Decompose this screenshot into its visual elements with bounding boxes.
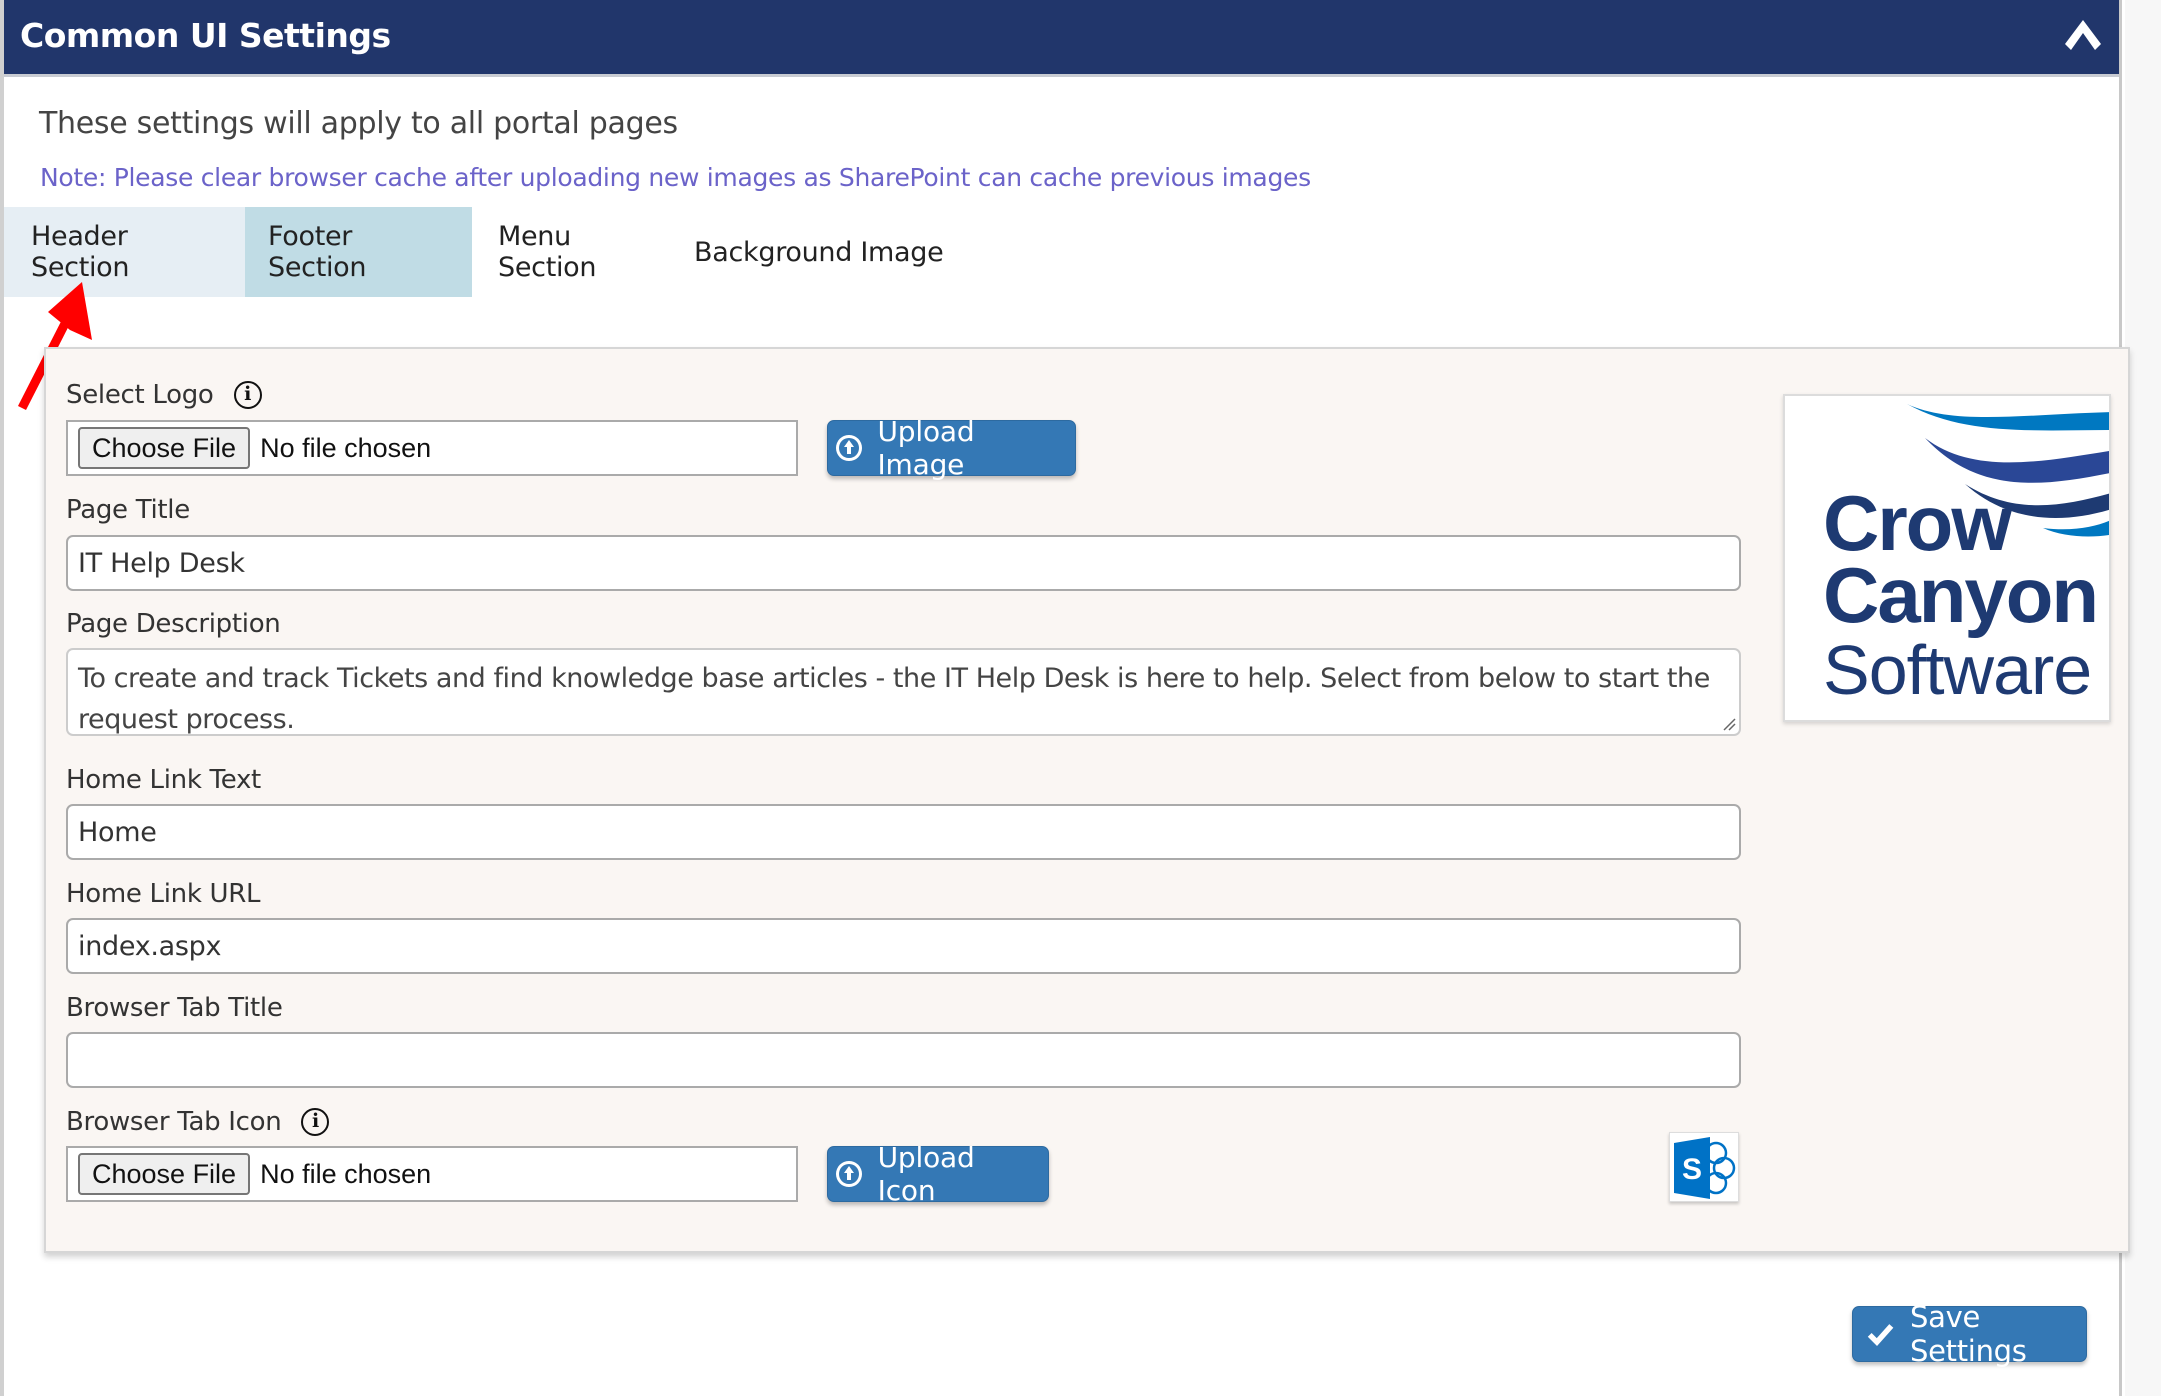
logo-preview: Crow Canyon Software (1783, 394, 2111, 722)
home-link-url-label: Home Link URL (66, 879, 261, 909)
upload-circle-icon (836, 1161, 862, 1187)
cache-note: Note: Please clear browser cache after u… (40, 163, 1311, 192)
tab-menu-section[interactable]: Menu Section (472, 207, 672, 297)
icon-file-status: No file chosen (260, 1158, 432, 1189)
logo-file-status: No file chosen (260, 432, 432, 463)
tab-footer-section[interactable]: Footer Section (245, 207, 472, 297)
section-tabs: Header Section Footer Section Menu Secti… (4, 207, 969, 297)
logo-file-input[interactable]: Choose File No file chosen (66, 420, 798, 476)
chevron-up-icon (2065, 20, 2101, 50)
upload-image-button[interactable]: Upload Image (827, 415, 1076, 481)
logo-text-line2: Canyon (1823, 551, 2099, 639)
browser-tab-title-input[interactable] (66, 1032, 1741, 1088)
tab-background-image[interactable]: Background Image (672, 207, 969, 297)
select-logo-label-text: Select Logo (66, 380, 214, 410)
page-description-label: Page Description (66, 609, 281, 639)
icon-file-input[interactable]: Choose File No file chosen (66, 1146, 798, 1202)
save-settings-button[interactable]: Save Settings (1852, 1300, 2087, 1368)
settings-header-bar: Common UI Settings (4, 0, 2119, 77)
upload-circle-icon (836, 435, 862, 461)
check-icon (1867, 1324, 1894, 1347)
upload-icon-label: Upload Icon (877, 1141, 975, 1207)
browser-tab-title-label: Browser Tab Title (66, 993, 283, 1023)
home-link-text-label: Home Link Text (66, 765, 261, 795)
collapse-button[interactable] (2063, 18, 2103, 52)
tab-header-section[interactable]: Header Section (4, 207, 245, 297)
sharepoint-letter: S (1682, 1153, 1702, 1186)
page-title-label: Page Title (66, 495, 190, 525)
logo-text-line3: Software (1823, 631, 2092, 709)
intro-text: These settings will apply to all portal … (39, 106, 678, 141)
page-description-textarea[interactable]: To create and track Tickets and find kno… (66, 648, 1741, 736)
home-link-text-input[interactable]: Home (66, 804, 1741, 860)
browser-tab-icon-label: Browser Tab Icon i (66, 1107, 330, 1137)
info-icon[interactable]: i (233, 381, 262, 409)
sharepoint-icon: S (1674, 1137, 1736, 1199)
page-description-value: To create and track Tickets and find kno… (78, 663, 1710, 735)
browser-tab-icon-label-text: Browser Tab Icon (66, 1107, 282, 1137)
settings-title: Common UI Settings (20, 16, 391, 55)
home-link-url-input[interactable]: index.aspx (66, 918, 1741, 974)
page-gutter (2125, 0, 2161, 1396)
upload-image-label: Upload Image (877, 415, 975, 481)
page-title-input[interactable]: IT Help Desk (66, 535, 1741, 591)
resize-grip-icon[interactable] (1722, 717, 1736, 731)
info-icon[interactable]: i (301, 1108, 330, 1136)
select-logo-label: Select Logo i (66, 380, 262, 410)
choose-logo-file-button[interactable]: Choose File (78, 427, 251, 469)
favicon-preview: S (1669, 1132, 1739, 1202)
save-settings-label: Save Settings (1910, 1300, 2027, 1368)
choose-icon-file-button[interactable]: Choose File (78, 1153, 251, 1195)
upload-icon-button[interactable]: Upload Icon (827, 1141, 1049, 1207)
